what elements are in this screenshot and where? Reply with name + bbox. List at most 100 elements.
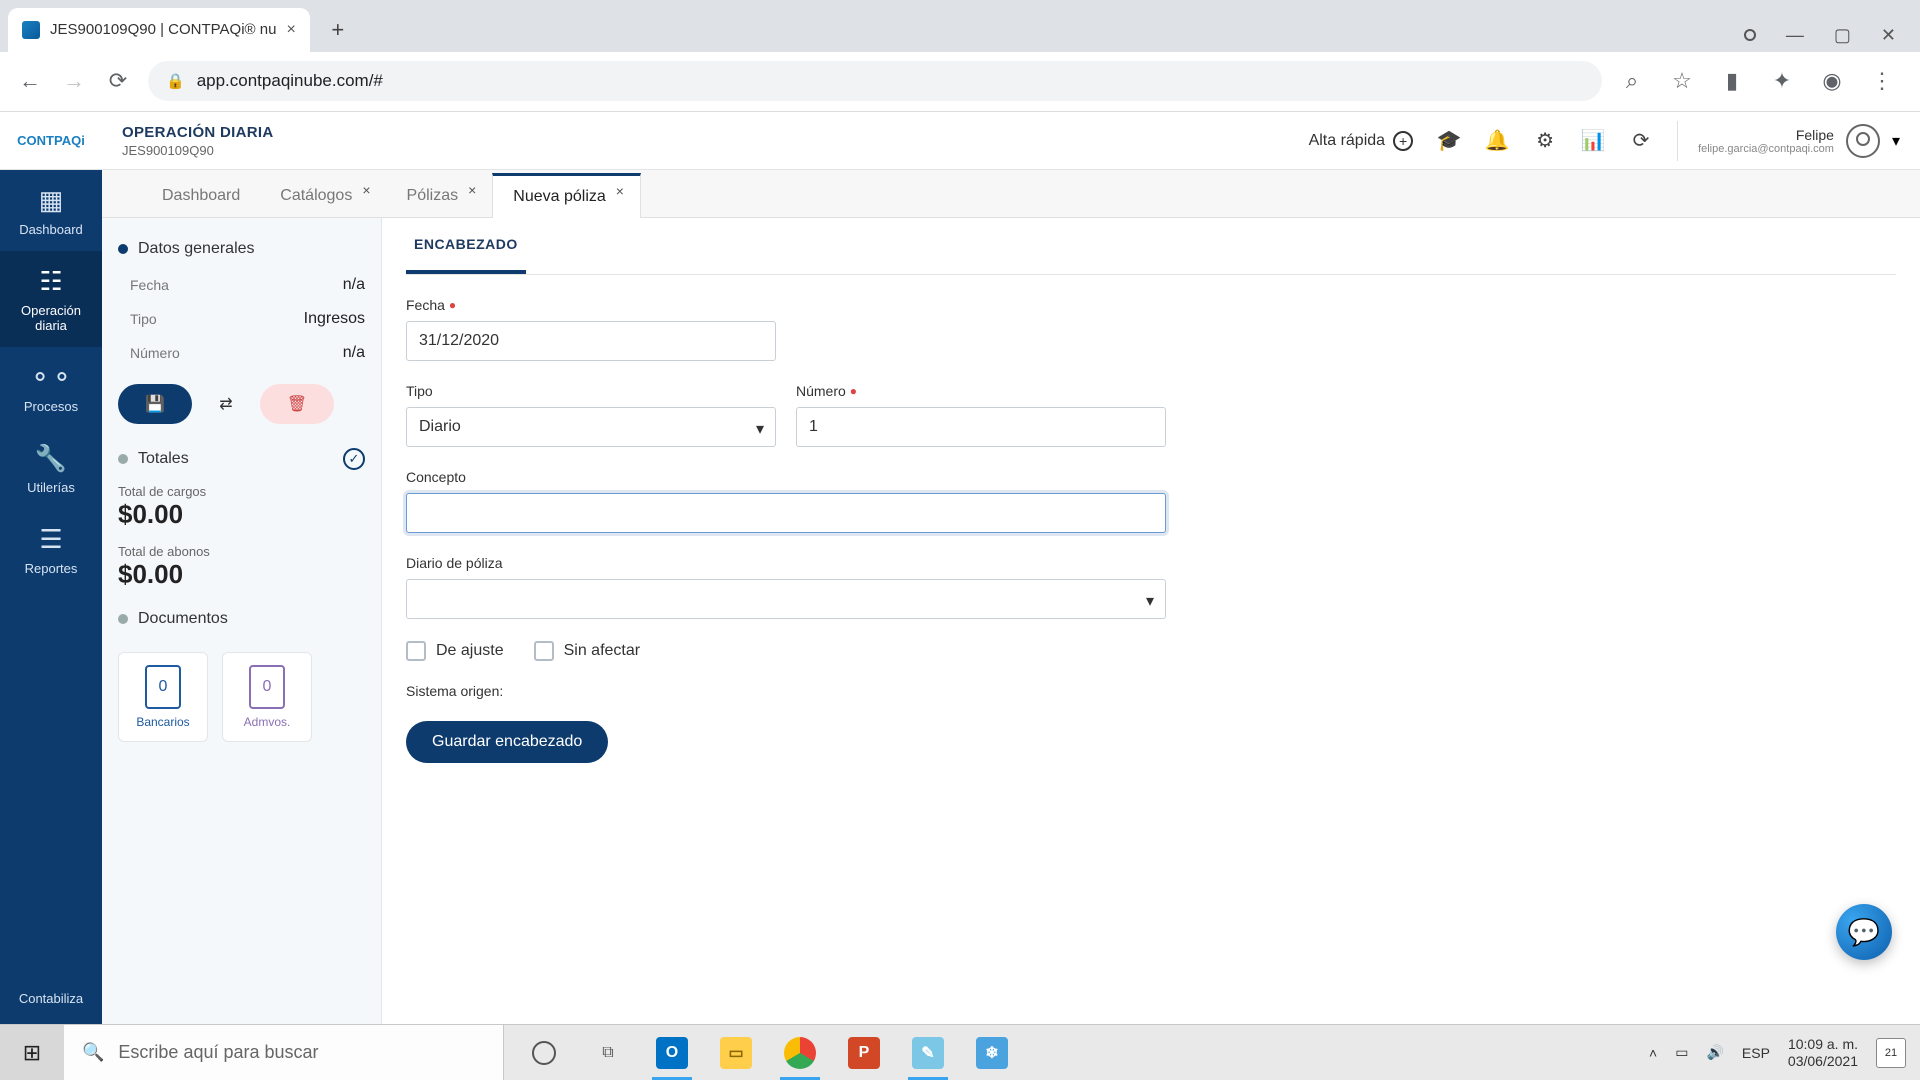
concepto-input[interactable] <box>406 493 1166 533</box>
summary-row-tipo: Tipo Ingresos <box>102 302 381 336</box>
taskview-icon[interactable]: ⧉ <box>578 1025 638 1080</box>
ajuste-checkbox[interactable]: De ajuste <box>406 641 504 661</box>
graduation-icon[interactable]: 🎓 <box>1437 129 1461 153</box>
close-icon[interactable]: × <box>468 182 476 198</box>
system-tray: ˄ ▭ 🔊 ESP 10:09 a. m. 03/06/2021 21 <box>1635 1025 1920 1080</box>
close-icon[interactable]: × <box>616 183 624 199</box>
chart-icon[interactable]: 📊 <box>1581 129 1605 153</box>
tipo-label: Tipo <box>406 383 776 399</box>
forward-icon[interactable]: → <box>60 67 88 95</box>
nav-dashboard[interactable]: ▦ Dashboard <box>0 170 102 251</box>
reading-list-icon[interactable]: ▮ <box>1718 67 1746 95</box>
tab-nueva-poliza[interactable]: Nueva póliza × <box>492 173 641 218</box>
cortana-icon[interactable] <box>514 1025 574 1080</box>
close-icon[interactable]: × <box>362 182 370 198</box>
numero-input[interactable] <box>796 407 1166 447</box>
total-cargos-label: Total de cargos <box>102 480 381 499</box>
browser-tab[interactable]: JES900109Q90 | CONTPAQi® nu × <box>8 8 310 52</box>
menu-icon[interactable]: ⋮ <box>1868 67 1896 95</box>
bookmark-icon[interactable]: ☆ <box>1668 67 1696 95</box>
language-indicator[interactable]: ESP <box>1742 1045 1770 1061</box>
diario-label: Diario de póliza <box>406 555 1166 571</box>
battery-icon[interactable]: ▭ <box>1675 1044 1688 1061</box>
outlook-icon[interactable]: O <box>642 1025 702 1080</box>
delete-pill-button[interactable]: 🗑 <box>260 384 334 424</box>
new-tab-button[interactable]: + <box>320 12 356 48</box>
volume-icon[interactable]: 🔊 <box>1706 1044 1723 1061</box>
summary-value: n/a <box>343 276 365 294</box>
url-input[interactable]: 🔒 app.contpaqinube.com/# <box>148 61 1602 101</box>
tab-catalogos[interactable]: Catálogos × <box>260 175 386 217</box>
refresh-icon[interactable]: ⟳ <box>1629 129 1653 153</box>
nav-operacion-diaria[interactable]: ☷ Operación diaria <box>0 251 102 347</box>
form-area: ENCABEZADO Fecha● Tipo ▾ Número● <box>382 218 1920 1024</box>
notepad-icon[interactable]: ✎ <box>898 1025 958 1080</box>
gear-icon[interactable]: ⚙ <box>1533 129 1557 153</box>
doc-card-bancarios[interactable]: 0 Bancarios <box>118 652 208 742</box>
minimize-icon[interactable]: — <box>1786 25 1804 46</box>
tab-dashboard[interactable]: Dashboard <box>142 175 260 217</box>
trash-icon: 🗑 <box>287 394 307 414</box>
nav-utilerias[interactable]: 🔧 Utilerías <box>0 428 102 509</box>
doc-count: 0 <box>263 678 272 696</box>
section-documentos[interactable]: Documentos <box>118 610 365 628</box>
summary-row-numero: Número n/a <box>102 336 381 370</box>
tab-label: Nueva póliza <box>513 188 606 206</box>
taskbar-search[interactable]: 🔍 Escribe aquí para buscar <box>64 1025 504 1080</box>
bell-icon[interactable]: 🔔 <box>1485 129 1509 153</box>
back-icon[interactable]: ← <box>16 67 44 95</box>
close-window-icon[interactable]: ✕ <box>1881 25 1896 46</box>
section-datos-generales[interactable]: Datos generales <box>118 240 365 258</box>
total-abonos-label: Total de abonos <box>102 540 381 559</box>
nav-footer[interactable]: Contabiliza <box>0 973 102 1024</box>
app-icon[interactable]: ❄ <box>962 1025 1022 1080</box>
clock[interactable]: 10:09 a. m. 03/06/2021 <box>1788 1036 1858 1068</box>
reload-icon[interactable]: ⟳ <box>104 67 132 95</box>
notifications-icon[interactable]: 21 <box>1876 1038 1906 1068</box>
window-controls: — ▢ ✕ <box>1744 25 1920 52</box>
nav-procesos[interactable]: ⚬⚬ Procesos <box>0 347 102 428</box>
wrench-icon: 🔧 <box>35 442 67 474</box>
clock-date: 03/06/2021 <box>1788 1053 1858 1069</box>
profile-icon[interactable]: ◉ <box>1818 67 1846 95</box>
plus-circle-icon: + <box>1393 131 1413 151</box>
close-tab-icon[interactable]: × <box>286 21 295 39</box>
sinafectar-checkbox[interactable]: Sin afectar <box>534 641 640 661</box>
tipo-select[interactable] <box>406 407 776 447</box>
explorer-icon[interactable]: ▭ <box>706 1025 766 1080</box>
form-tab-encabezado[interactable]: ENCABEZADO <box>406 218 526 274</box>
sistema-origen-label: Sistema origen: <box>406 683 1896 699</box>
tab-polizas[interactable]: Pólizas × <box>387 175 493 217</box>
taskbar: ⊞ 🔍 Escribe aquí para buscar ⧉ O ▭ P ✎ ❄… <box>0 1024 1920 1080</box>
app-logo[interactable]: CONTPAQi <box>0 112 102 170</box>
doc-card-admvos[interactable]: 0 Admvos. <box>222 652 312 742</box>
fecha-input[interactable] <box>406 321 776 361</box>
save-pill-button[interactable]: 💾 <box>118 384 192 424</box>
tray-chevron-icon[interactable]: ˄ <box>1649 1045 1657 1061</box>
alta-rapida-button[interactable]: Alta rápida + <box>1309 131 1414 151</box>
nav-reportes[interactable]: ☰ Reportes <box>0 509 102 590</box>
chat-icon: 💬 <box>1848 917 1880 948</box>
search-icon: 🔍 <box>82 1042 104 1063</box>
guardar-encabezado-button[interactable]: Guardar encabezado <box>406 721 608 763</box>
nav-label: Utilerías <box>27 480 75 495</box>
search-icon[interactable]: ⌕ <box>1618 67 1646 95</box>
file-icon: 0 <box>145 665 181 709</box>
section-totales[interactable]: Totales ✓ <box>118 448 365 470</box>
chrome-icon[interactable] <box>770 1025 830 1080</box>
browser-chrome: JES900109Q90 | CONTPAQi® nu × + — ▢ ✕ ← … <box>0 0 1920 112</box>
link-pill-button[interactable]: ⇄ <box>204 384 248 424</box>
powerpoint-icon[interactable]: P <box>834 1025 894 1080</box>
dot-icon <box>118 244 128 254</box>
doc-label: Admvos. <box>244 715 291 729</box>
extensions-icon[interactable]: ✦ <box>1768 67 1796 95</box>
maximize-icon[interactable]: ▢ <box>1834 25 1851 46</box>
start-button[interactable]: ⊞ <box>0 1025 64 1080</box>
concepto-label: Concepto <box>406 469 1166 485</box>
account-dot-icon[interactable] <box>1744 29 1756 41</box>
diario-select[interactable] <box>406 579 1166 619</box>
chat-fab[interactable]: 💬 <box>1836 904 1892 960</box>
section-label: Documentos <box>138 610 228 628</box>
user-menu[interactable]: Felipe felipe.garcia@contpaqi.com ▾ <box>1677 121 1900 161</box>
body-split: Datos generales Fecha n/a Tipo Ingresos … <box>102 218 1920 1024</box>
